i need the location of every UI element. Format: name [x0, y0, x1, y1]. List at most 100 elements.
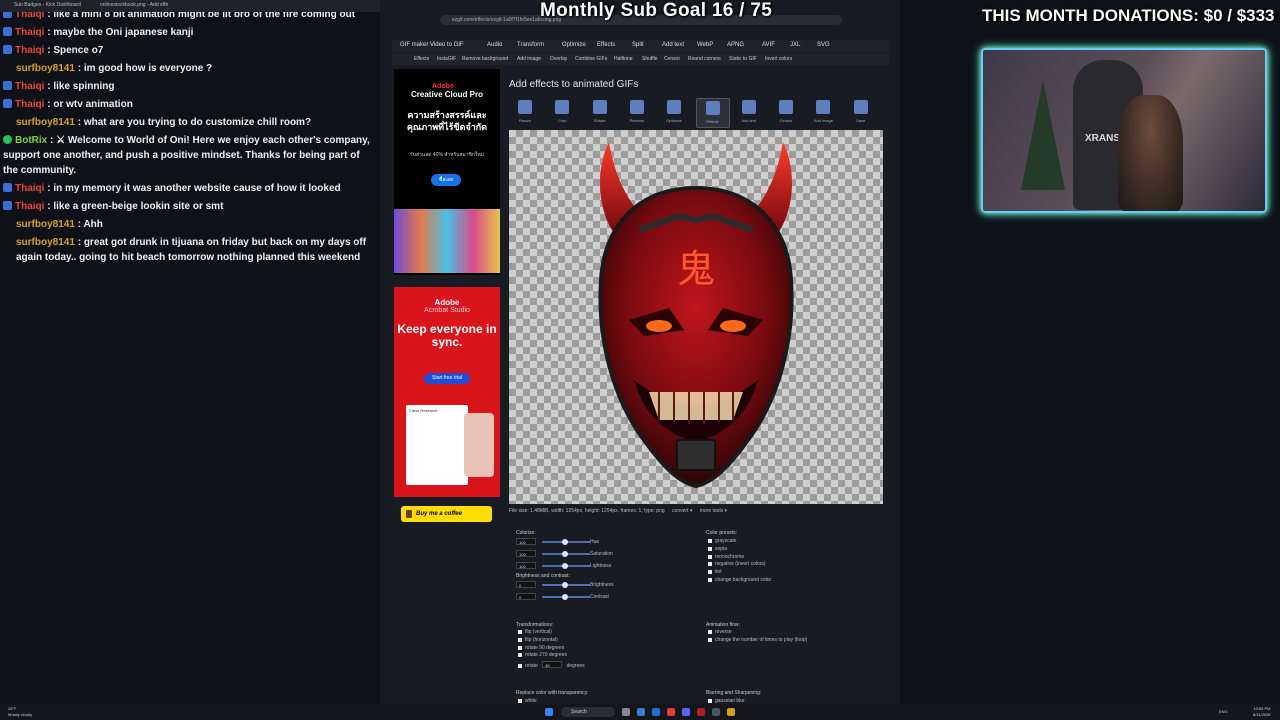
- nav-item[interactable]: Effects: [597, 42, 615, 48]
- slider[interactable]: [542, 582, 590, 588]
- chat-username[interactable]: Thaiqi: [15, 183, 44, 194]
- nav-item[interactable]: Optimize: [562, 42, 586, 48]
- chat-username[interactable]: surfboy8141: [16, 63, 75, 74]
- tool-save[interactable]: Save: [845, 98, 877, 126]
- subnav-item[interactable]: Combine GIFs: [575, 56, 607, 62]
- nav-item[interactable]: JXL: [790, 42, 800, 48]
- chrome-icon[interactable]: [667, 708, 675, 716]
- slider[interactable]: [542, 539, 590, 545]
- subnav-item[interactable]: Shuffle: [642, 56, 657, 62]
- chat-username[interactable]: Thaiqi: [15, 81, 44, 92]
- checkbox[interactable]: [708, 546, 712, 551]
- tool-reverse[interactable]: Reverse: [621, 98, 653, 126]
- flow-option[interactable]: reverse: [708, 629, 732, 635]
- value-input[interactable]: 100: [516, 538, 536, 545]
- nav-item[interactable]: Add text: [662, 42, 684, 48]
- browser-tab-active[interactable]: onlinestockbook.png - Add effe: [100, 2, 168, 8]
- file-explorer-icon[interactable]: [637, 708, 645, 716]
- tool-add-image[interactable]: Add image: [807, 98, 839, 126]
- nav-item[interactable]: SVG: [817, 42, 830, 48]
- nav-item[interactable]: APNG: [727, 42, 744, 48]
- windows-start-icon[interactable]: [545, 708, 553, 716]
- subnav-item[interactable]: Effects: [414, 56, 429, 62]
- presets-option[interactable]: negative (invert colors): [708, 561, 766, 567]
- slider[interactable]: [542, 563, 590, 569]
- folder-icon[interactable]: [727, 708, 735, 716]
- subnav-item[interactable]: Halftone: [614, 56, 633, 62]
- chat-username[interactable]: Thaiqi: [15, 27, 44, 38]
- subnav-item[interactable]: Censor: [664, 56, 680, 62]
- flow-option[interactable]: change the number of times to play (loop…: [708, 637, 807, 643]
- checkbox[interactable]: [708, 539, 712, 543]
- slider-handle[interactable]: [562, 539, 568, 545]
- tool-resize[interactable]: Resize: [509, 98, 541, 126]
- chat-username[interactable]: Thaiqi: [15, 45, 44, 56]
- tool-add-text[interactable]: Add text: [733, 98, 765, 126]
- checkbox[interactable]: [708, 562, 712, 567]
- presets-option[interactable]: change background color: [708, 577, 771, 583]
- nav-item[interactable]: Split: [632, 42, 644, 48]
- subnav-item[interactable]: Remove background: [462, 56, 508, 62]
- subnav-item[interactable]: Invert colors: [765, 56, 792, 62]
- transform-option[interactable]: flip (horizontal): [518, 637, 558, 643]
- checkbox[interactable]: [518, 637, 522, 642]
- task-view-icon[interactable]: [622, 708, 630, 716]
- ad-buy-button[interactable]: ซื้อเลย: [431, 174, 461, 186]
- app-icon[interactable]: [697, 708, 705, 716]
- slider[interactable]: [542, 594, 590, 600]
- transform-option[interactable]: rotate 90 degrees: [518, 645, 564, 651]
- more-tools-dropdown[interactable]: more tools ▾: [700, 508, 727, 514]
- value-input[interactable]: 0: [516, 593, 536, 600]
- subnav-item[interactable]: Add image: [517, 56, 541, 62]
- checkbox[interactable]: [708, 699, 712, 703]
- app-icon[interactable]: [712, 708, 720, 716]
- ad-creative-cloud[interactable]: Adobe Creative Cloud Pro ความสร้างสรรค์แ…: [394, 69, 500, 275]
- edge-icon[interactable]: [652, 708, 660, 716]
- slider-handle[interactable]: [562, 582, 568, 588]
- checkbox[interactable]: [518, 645, 522, 650]
- chat-username[interactable]: Thaiqi: [15, 201, 44, 212]
- presets-option[interactable]: tint: [708, 569, 722, 575]
- subnav-item[interactable]: Round corners: [688, 56, 721, 62]
- tool-censor[interactable]: Censor: [770, 98, 802, 126]
- presets-option[interactable]: grayscale: [708, 538, 736, 544]
- browser-tab[interactable]: Sub Badges - Kick Dashboard: [14, 2, 81, 8]
- slider-handle[interactable]: [562, 551, 568, 557]
- language-indicator[interactable]: ENG: [1219, 709, 1228, 714]
- nav-item[interactable]: Audio: [487, 42, 502, 48]
- presets-option[interactable]: sepia: [708, 546, 727, 552]
- value-input[interactable]: 100: [516, 562, 536, 569]
- tool-optimize[interactable]: Optimize: [658, 98, 690, 126]
- taskbar-search[interactable]: Search: [561, 707, 615, 717]
- chat-username[interactable]: surfboy8141: [16, 219, 75, 230]
- rotate-degrees-input[interactable]: 45: [542, 661, 563, 668]
- slider-handle[interactable]: [562, 563, 568, 569]
- weather-widget[interactable]: 28°F Mostly cloudy: [8, 706, 32, 718]
- ad-trial-button[interactable]: Start free trial: [424, 373, 470, 384]
- subnav-item[interactable]: Static to GIF: [729, 56, 757, 62]
- checkbox[interactable]: [708, 570, 712, 575]
- checkbox[interactable]: [708, 554, 712, 559]
- transform-option[interactable]: flip (vertical): [518, 629, 552, 635]
- checkbox[interactable]: [708, 578, 712, 582]
- discord-icon[interactable]: [682, 708, 690, 716]
- nav-item[interactable]: GIF maker: [400, 42, 428, 48]
- system-clock[interactable]: 10:53 PM 8/11/2026: [1253, 706, 1271, 718]
- checkbox[interactable]: [708, 630, 712, 634]
- nav-item[interactable]: AVIF: [762, 42, 775, 48]
- value-input[interactable]: 0: [516, 581, 536, 588]
- checkbox[interactable]: [708, 637, 712, 642]
- transform-option[interactable]: rotate 270 degrees: [518, 652, 567, 658]
- chat-username[interactable]: surfboy8141: [16, 117, 75, 128]
- chat-username[interactable]: surfboy8141: [16, 237, 75, 248]
- nav-item[interactable]: WebP: [697, 42, 713, 48]
- value-input[interactable]: 100: [516, 550, 536, 557]
- subnav-item[interactable]: Overlay: [550, 56, 567, 62]
- tool-rotate[interactable]: Rotate: [584, 98, 616, 126]
- ad-acrobat-studio[interactable]: Adobe Acrobat Studio Keep everyone in sy…: [394, 287, 500, 497]
- nav-item[interactable]: Video to GIF: [430, 42, 464, 48]
- tool-effects[interactable]: Effects: [695, 98, 730, 128]
- convert-dropdown[interactable]: convert ▾: [672, 508, 692, 514]
- chat-username[interactable]: BotRix: [15, 135, 47, 146]
- subnav-item[interactable]: InstaGIF: [437, 56, 456, 62]
